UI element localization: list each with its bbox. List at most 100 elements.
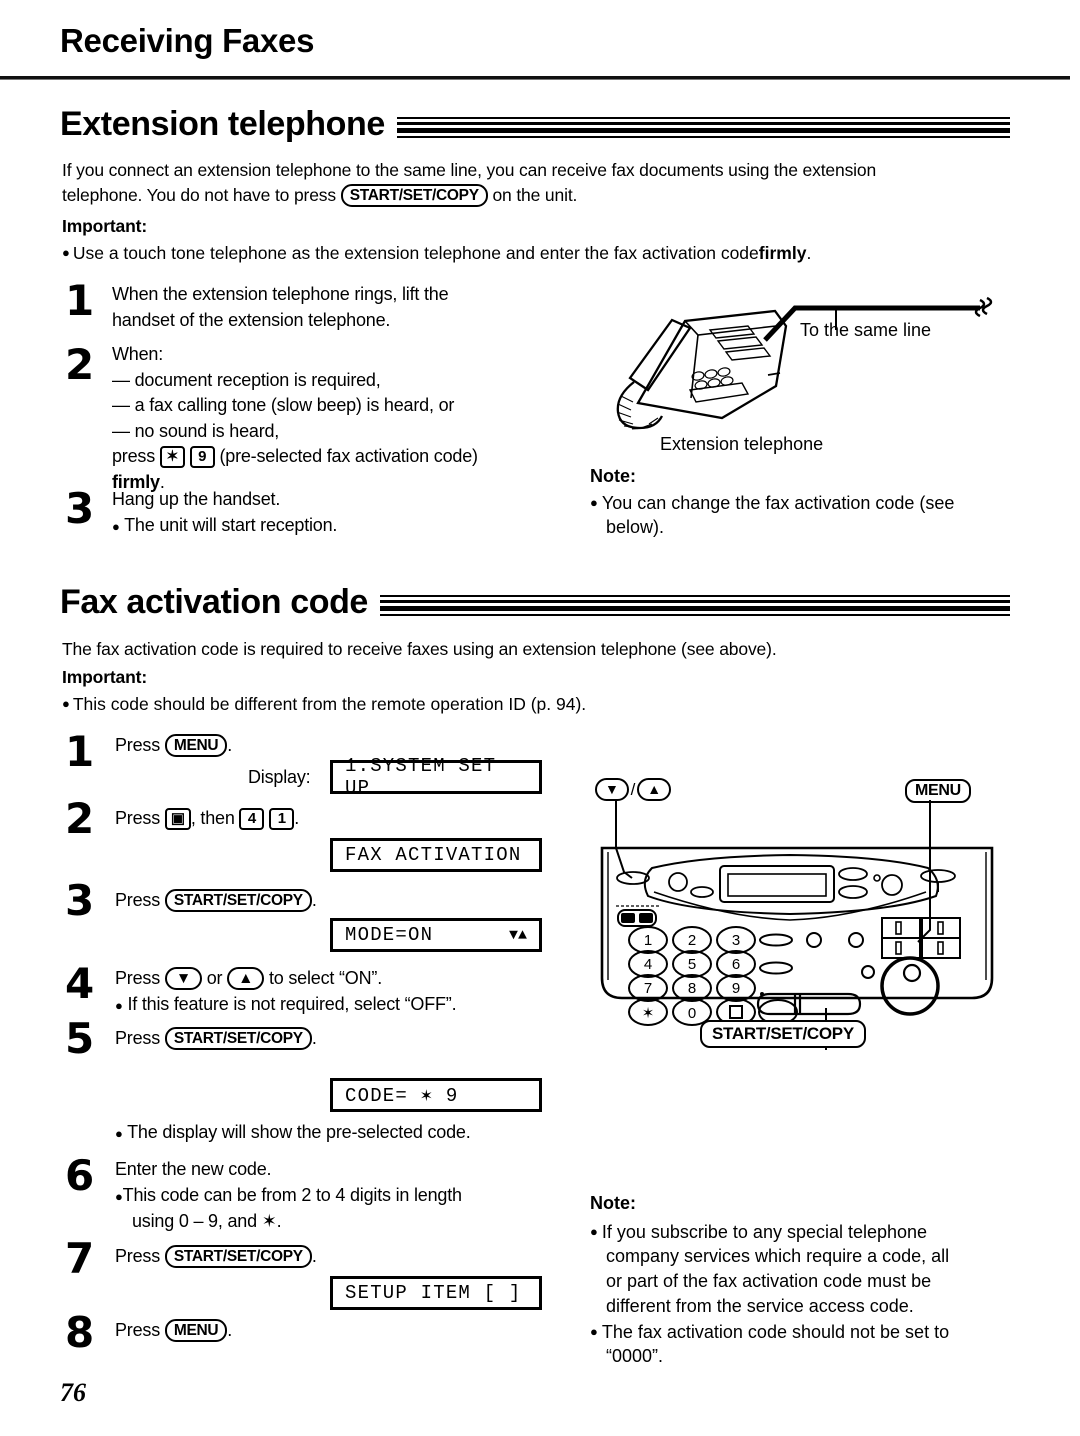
bullet-dot-icon: ● xyxy=(62,245,70,260)
lcd-display-2: FAX ACTIVATION xyxy=(330,838,542,872)
step-number-3: 3 xyxy=(65,484,95,533)
slash-separator: / xyxy=(630,779,636,799)
step-1-line-1: When the extension telephone rings, lift… xyxy=(112,284,449,304)
step-3-bullet: ● The unit will start reception. xyxy=(112,513,337,540)
bullet-dot-icon: ● xyxy=(590,1224,598,1239)
display-label: Display: xyxy=(248,767,311,787)
note-1-line-3: or part of the fax activation code must … xyxy=(606,1271,932,1291)
press-note: (pre-selected fax activation code) xyxy=(219,446,478,466)
faxcode-step-2-body: Press ▣, then 4 1. xyxy=(115,806,299,832)
faxcode-step-4-bullet: ● If this feature is not required, selec… xyxy=(115,992,457,1019)
note-2-line-1: The fax activation code should not be se… xyxy=(601,1322,950,1342)
svg-text:✶: ✶ xyxy=(642,1005,655,1022)
arrow-up-key: ▲ xyxy=(227,967,265,990)
press-label: Press xyxy=(115,968,161,988)
to-the-same-line-label: To the same line xyxy=(800,320,932,340)
step-3-bullet-text: The unit will start reception. xyxy=(124,514,338,535)
svg-text:4: 4 xyxy=(644,956,652,973)
press-mid: or xyxy=(206,968,223,988)
bullet-dot-icon: ● xyxy=(590,1324,598,1339)
svg-text:8: 8 xyxy=(688,980,696,997)
step-number-2: 2 xyxy=(65,340,95,389)
arrow-up-key: ▲ xyxy=(637,778,671,801)
faxcode-step-6-bullet-line-2: using 0 – 9, and ✶. xyxy=(132,1211,282,1231)
faxcode-step-1-body: Press MENU. xyxy=(115,733,232,759)
svg-text:7: 7 xyxy=(644,980,652,997)
svg-text:6: 6 xyxy=(732,956,740,973)
bullet-dot-icon: ● xyxy=(112,518,120,534)
faxcode-step-8-body: Press MENU. xyxy=(115,1318,232,1344)
important-bullet-text: Use a touch tone telephone as the extens… xyxy=(72,243,759,263)
one-key: 1 xyxy=(269,808,295,830)
extension-note-item-cont: below). xyxy=(606,515,1006,540)
start-set-copy-key: START/SET/COPY xyxy=(164,889,312,912)
step-3-line-1: Hang up the handset. xyxy=(112,489,281,509)
extension-note-item: ● You can change the fax activation code … xyxy=(590,490,1006,516)
lcd-text-2: FAX ACTIVATION xyxy=(345,844,522,866)
extension-note-heading: Note: xyxy=(590,466,636,486)
faxcode-step-6-bullet-line-1: This code can be from 2 to 4 digits in l… xyxy=(122,1184,462,1205)
extension-intro-line2: telephone. You do not have to press STAR… xyxy=(62,183,577,208)
step-2-press-line: press ✶ 9 (pre-selected fax activation c… xyxy=(112,444,478,470)
intro-text-post: on the unit. xyxy=(492,185,578,205)
extension-important-bullet: ● Use a touch tone telephone as the exten… xyxy=(62,240,811,266)
extension-intro-line1: If you connect an extension telephone to… xyxy=(62,160,877,180)
faxcode-step-4-body: Press ▼ or ▲ to select “ON”. ● If this f… xyxy=(115,966,457,1019)
lcd-arrows-icon: ▼▲ xyxy=(508,926,527,944)
note-1-line-2: company services which require a code, a… xyxy=(606,1246,950,1266)
press-label: Press xyxy=(115,890,161,910)
step-2-body: When: — document reception is required, … xyxy=(112,342,478,495)
press-period: . xyxy=(227,1320,233,1340)
heading-rule-bars xyxy=(396,117,1010,138)
faxcode-step-4-line: Press ▼ or ▲ to select “ON”. xyxy=(115,966,456,992)
bullet-dot-icon: ● xyxy=(115,997,123,1013)
faxcode-important-text: This code should be different from the r… xyxy=(72,694,587,714)
step-2-line-1: When: xyxy=(112,344,164,364)
faxcode-step-6-bullet: ●This code can be from 2 to 4 digits in … xyxy=(115,1183,462,1210)
press-period: . xyxy=(227,735,233,755)
section-heading-extension-telephone: Extension telephone xyxy=(60,105,1010,144)
step-1-line-2: handset of the extension telephone. xyxy=(112,309,391,330)
page-number: 76 xyxy=(60,1378,86,1407)
faxcode-step-7-body: Press START/SET/COPY. xyxy=(115,1244,317,1270)
fax-machine-drawing: 1 2 3 4 5 6 7 8 9 ✶ 0 xyxy=(600,800,994,1050)
lcd-text-5: SETUP ITEM [ ] xyxy=(345,1282,522,1304)
press-label: press xyxy=(112,446,156,466)
lcd-display-4: CODE= ✶ 9 xyxy=(330,1078,542,1112)
press-mid: , then xyxy=(190,808,235,828)
start-set-copy-key: START/SET/COPY xyxy=(164,1245,312,1268)
bullet-dot-icon: ● xyxy=(62,696,70,711)
nine-key: 9 xyxy=(189,446,215,468)
lcd-text-4: CODE= ✶ 9 xyxy=(345,1084,459,1107)
faxcode-step-number-1: 1 xyxy=(65,727,95,776)
faxcode-important-label: Important: xyxy=(62,667,148,687)
step-2-line-2: — document reception is required, xyxy=(112,369,381,390)
faxcode-note-item-1-l2: company services which require a code, a… xyxy=(606,1244,1016,1269)
four-key: 4 xyxy=(239,808,265,830)
faxcode-step-6-body: Enter the new code. ●This code can be fr… xyxy=(115,1157,462,1235)
important-bullet-end: . xyxy=(806,243,812,263)
faxcode-step-6-line: Enter the new code. xyxy=(115,1159,272,1179)
lcd-display-5: SETUP ITEM [ ] xyxy=(330,1276,542,1310)
section-heading-text: Extension telephone xyxy=(60,105,385,143)
step-1-body: When the extension telephone rings, lift… xyxy=(112,282,449,333)
faxcode-note-item-1-l3: or part of the fax activation code must … xyxy=(606,1269,1016,1294)
lcd-display-3: MODE=ON ▼▲ xyxy=(330,918,542,952)
arrow-down-key: ▼ xyxy=(164,967,202,990)
faxcode-note-item-2: ● The fax activation code should not be s… xyxy=(590,1319,1016,1345)
press-period: . xyxy=(311,1246,317,1266)
press-label: Press xyxy=(115,1320,161,1340)
press-post: to select “ON”. xyxy=(268,968,382,988)
extension-important-label: Important: xyxy=(62,216,148,236)
press-period: . xyxy=(311,1028,317,1048)
press-label: Press xyxy=(115,1028,161,1048)
faxcode-note-item-1-l4: different from the service access code. xyxy=(606,1294,1016,1319)
svg-text:9: 9 xyxy=(732,980,740,997)
faxcode-step-5-body: Press START/SET/COPY. xyxy=(115,1026,317,1052)
svg-text:1: 1 xyxy=(644,932,652,949)
bullet-dot-icon: ● xyxy=(115,1188,123,1204)
faxcode-step-number-2: 2 xyxy=(65,794,95,843)
bullet-dot-icon: ● xyxy=(590,495,598,510)
svg-text:3: 3 xyxy=(732,932,740,949)
faxcode-step-4-bullet-text: If this feature is not required, select … xyxy=(127,993,457,1014)
